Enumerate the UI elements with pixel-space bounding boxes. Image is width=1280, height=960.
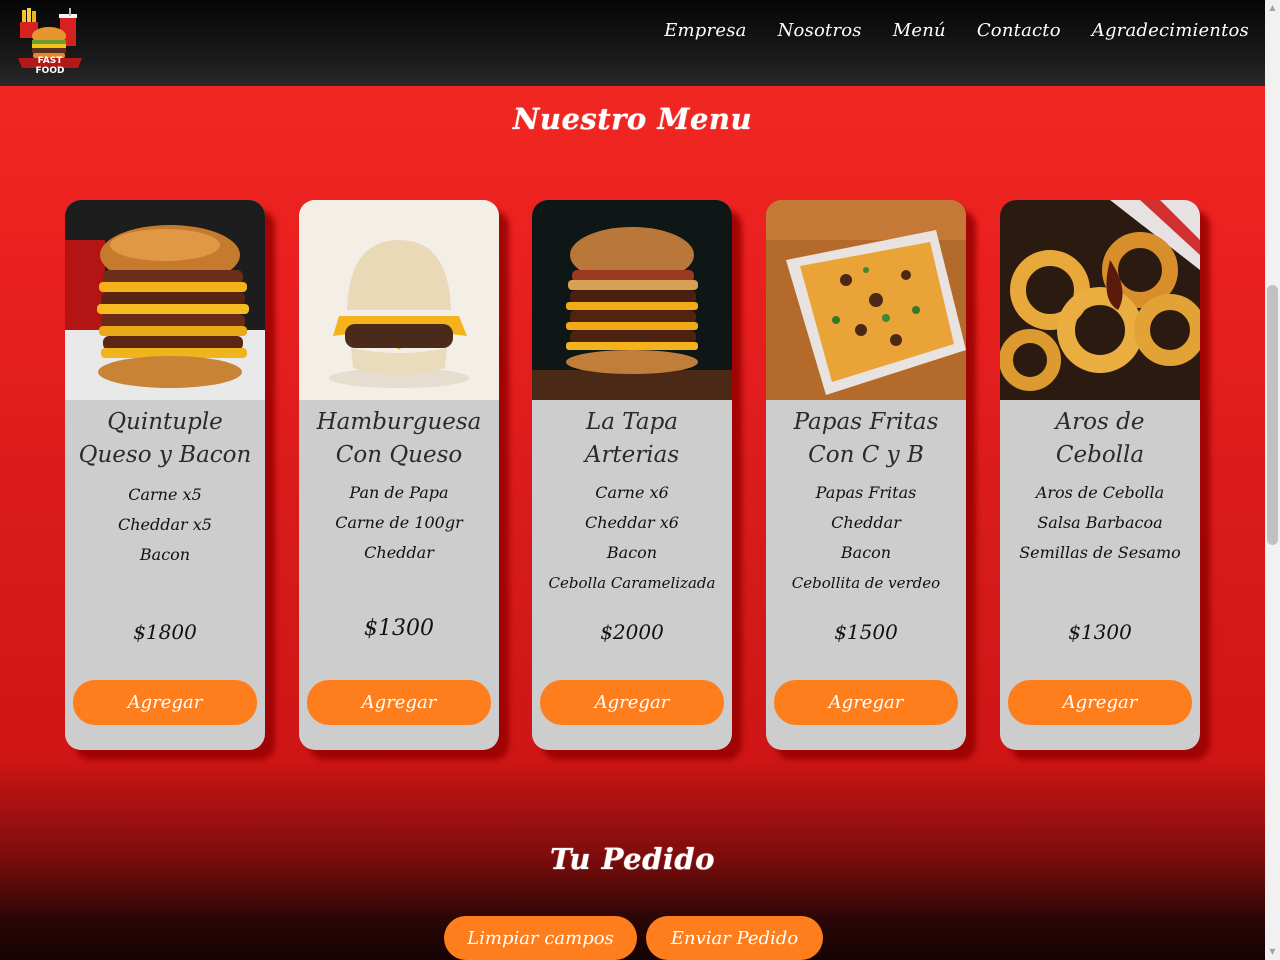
menu-card: Aros de Cebolla Aros de Cebolla Salsa Ba… bbox=[1000, 200, 1200, 750]
nav-link-contacto[interactable]: Contacto bbox=[977, 20, 1061, 41]
card-price: $1300 bbox=[364, 616, 434, 641]
card-title: Papas Fritas Con C y B bbox=[793, 409, 939, 468]
card-title: Quintuple Queso y Bacon bbox=[78, 409, 252, 468]
nav-link-empresa[interactable]: Empresa bbox=[664, 20, 746, 41]
menu-card: Hamburguesa Con Queso Pan de Papa Carne … bbox=[299, 200, 499, 750]
page-scrollbar[interactable]: ▲ ▼ bbox=[1265, 0, 1280, 960]
add-button[interactable]: Agregar bbox=[540, 680, 724, 725]
onion-rings-photo bbox=[1000, 200, 1200, 400]
ingredient: Cebollita de verdeo bbox=[791, 574, 941, 592]
nav-link-menu[interactable]: Menú bbox=[893, 20, 946, 41]
order-actions: Limpiar campos Enviar Pedido bbox=[444, 916, 823, 960]
card-ingredients: Carne x6 Cheddar x6 Bacon Cebolla Carame… bbox=[532, 478, 732, 598]
menu-card: Papas Fritas Con C y B Papas Fritas Ched… bbox=[766, 200, 966, 750]
menu-card: Quintuple Queso y Bacon Carne x5 Cheddar… bbox=[65, 200, 265, 750]
ingredient: Bacon bbox=[606, 543, 658, 562]
ingredient: Cheddar bbox=[831, 513, 901, 532]
card-title: La Tapa Arterias bbox=[584, 409, 680, 468]
card-title: Aros de Cebolla bbox=[1055, 409, 1145, 468]
ingredient: Papas Fritas bbox=[815, 483, 917, 502]
order-title: Tu Pedido bbox=[550, 842, 715, 876]
card-price: $1800 bbox=[133, 620, 197, 644]
ingredient: Bacon bbox=[840, 543, 892, 562]
card-price: $2000 bbox=[600, 620, 664, 644]
burger-tower-photo bbox=[65, 200, 265, 400]
add-button[interactable]: Agregar bbox=[1008, 680, 1192, 725]
ingredient: Carne de 100gr bbox=[335, 513, 463, 532]
scroll-thumb[interactable] bbox=[1267, 285, 1278, 545]
card-ingredients: Aros de Cebolla Salsa Barbacoa Semillas … bbox=[1000, 478, 1200, 568]
clear-fields-button[interactable]: Limpiar campos bbox=[444, 916, 637, 960]
ingredient: Carne x5 bbox=[128, 485, 202, 504]
ingredient: Cheddar x5 bbox=[118, 515, 212, 534]
ingredient: Salsa Barbacoa bbox=[1037, 513, 1163, 532]
ingredient: Cheddar bbox=[364, 543, 434, 562]
ingredient: Cheddar x6 bbox=[585, 513, 679, 532]
menu-title: Nuestro Menu bbox=[512, 102, 753, 136]
logo-text: FAST FOOD bbox=[35, 56, 65, 76]
ingredient: Pan de Papa bbox=[349, 483, 449, 502]
scroll-down-arrow-icon[interactable]: ▼ bbox=[1265, 944, 1280, 960]
send-order-button[interactable]: Enviar Pedido bbox=[646, 916, 823, 960]
card-ingredients: Papas Fritas Cheddar Bacon Cebollita de … bbox=[766, 478, 966, 598]
scroll-up-arrow-icon[interactable]: ▲ bbox=[1265, 0, 1280, 16]
menu-card: La Tapa Arterias Carne x6 Cheddar x6 Bac… bbox=[532, 200, 732, 750]
card-price: $1500 bbox=[834, 620, 898, 644]
fast-food-logo[interactable]: FAST FOOD bbox=[14, 6, 86, 76]
loaded-fries-photo bbox=[766, 200, 966, 400]
card-ingredients: Carne x5 Cheddar x5 Bacon bbox=[65, 480, 265, 570]
nav-links: Empresa Nosotros Menú Contacto Agradecim… bbox=[664, 20, 1249, 41]
cheeseburger-photo bbox=[299, 200, 499, 400]
card-ingredients: Pan de Papa Carne de 100gr Cheddar bbox=[299, 478, 499, 568]
add-button[interactable]: Agregar bbox=[73, 680, 257, 725]
add-button[interactable]: Agregar bbox=[307, 680, 491, 725]
add-button[interactable]: Agregar bbox=[774, 680, 958, 725]
ingredient: Carne x6 bbox=[595, 483, 669, 502]
ingredient: Semillas de Sesamo bbox=[1019, 543, 1181, 562]
nav-link-nosotros[interactable]: Nosotros bbox=[778, 20, 862, 41]
ingredient: Cebolla Caramelizada bbox=[548, 574, 716, 592]
card-title: Hamburguesa Con Queso bbox=[316, 409, 482, 468]
nav-link-agradecimientos[interactable]: Agradecimientos bbox=[1092, 20, 1249, 41]
navbar: FAST FOOD Empresa Nosotros Menú Contacto… bbox=[0, 0, 1265, 86]
stacked-burger-photo bbox=[532, 200, 732, 400]
ingredient: Aros de Cebolla bbox=[1035, 483, 1165, 502]
ingredient: Bacon bbox=[139, 545, 191, 564]
card-price: $1300 bbox=[1068, 620, 1132, 644]
